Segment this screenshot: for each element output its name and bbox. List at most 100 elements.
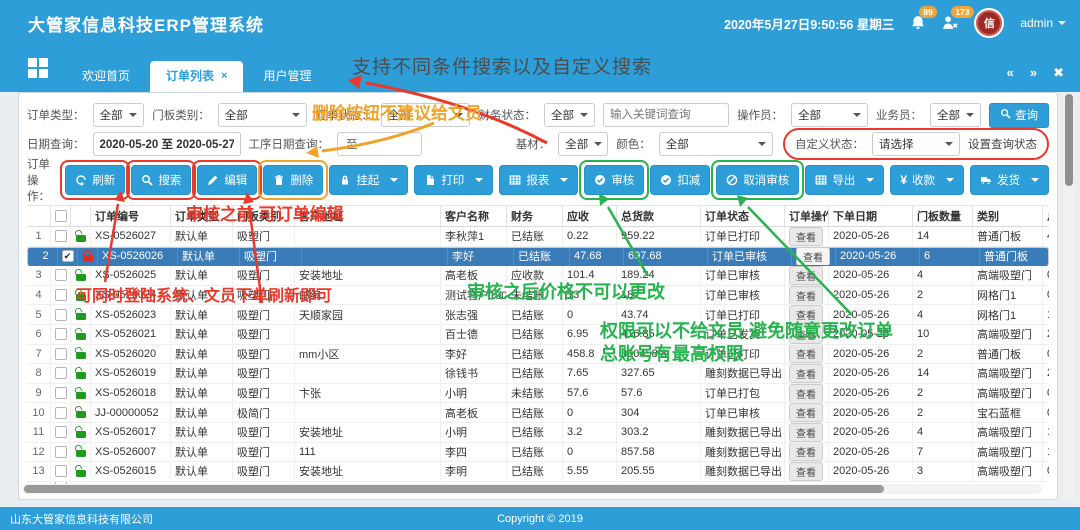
table-row[interactable]: 3XS-0526025默认单吸塑门安装地址高老板应收款101.4189.24订单… [27, 266, 1049, 286]
tab-用户管理[interactable]: 用户管理 [247, 61, 327, 92]
tab-欢迎首页[interactable]: 欢迎首页 [66, 61, 146, 92]
table-row[interactable]: 12XS-0526007默认单吸塑门111李四已结账0857.58雕刻数据已导出… [27, 443, 1049, 463]
finance-status-label: 财务状态： [478, 107, 536, 123]
order-type-select[interactable]: 全部 [93, 103, 145, 127]
view-button[interactable]: 查看 [789, 403, 823, 422]
vertical-scrollbar[interactable] [1064, 92, 1074, 500]
close-icon[interactable]: × [221, 61, 227, 92]
view-button[interactable]: 查看 [789, 266, 823, 285]
set-query-status-link[interactable]: 设置查询状态 [968, 136, 1037, 152]
fullscreen-icon[interactable]: ✖ [1053, 66, 1064, 80]
operator-select[interactable]: 全部 [791, 103, 868, 127]
lock-open-icon [76, 313, 86, 320]
table-row[interactable]: 4XS-0526024默认单吸塑门邮编测试客户100未结账1318订单已审核查看… [27, 286, 1049, 306]
query-button[interactable]: 查询 [989, 103, 1049, 128]
panel-type-select[interactable]: 全部 [218, 103, 308, 127]
row-checkbox[interactable] [62, 250, 74, 262]
menu-grid-icon[interactable] [28, 58, 48, 78]
toolbar-button-报表[interactable]: 报表 [499, 165, 578, 195]
toolbar-button-扣减[interactable]: 扣减 [650, 165, 710, 195]
toolbar-button-刷新[interactable]: 刷新 [65, 165, 125, 195]
column-header-总面: 总面 [1043, 206, 1049, 226]
operator-label: 操作员： [737, 107, 783, 123]
row-checkbox[interactable] [55, 328, 67, 340]
row-checkbox[interactable] [55, 230, 67, 242]
horizontal-scrollbar-thumb[interactable] [24, 485, 884, 493]
row-checkbox[interactable] [55, 387, 67, 399]
table-row[interactable]: 1XS-0526027默认单吸塑门李秋萍1已结账0.22959.22订单已打印查… [27, 227, 1049, 247]
custom-status-select[interactable]: 请选择 [872, 132, 960, 156]
keyword-search-input[interactable] [603, 103, 729, 127]
table-row[interactable]: 6XS-0526021默认单吸塑门百士德已结账6.95416.85订单已发货查看… [27, 325, 1049, 345]
table-row[interactable]: 2XS-0526026默认单吸塑门李好已结账47.68697.68订单已审核查看… [27, 247, 1049, 267]
view-button[interactable]: 查看 [789, 227, 823, 246]
table-row[interactable]: 5XS-0526023默认单吸塑门天顺家园张志强已结账043.74订单已打印查看… [27, 305, 1049, 325]
table-row[interactable]: 11XS-0526017默认单吸塑门安装地址小明已结账3.2303.2雕刻数据已… [27, 423, 1049, 443]
view-button[interactable]: 查看 [789, 384, 823, 403]
lock-open-icon [76, 450, 86, 457]
truck-icon [980, 174, 992, 186]
toolbar-button-导出[interactable]: 导出 [805, 165, 884, 195]
table-row[interactable]: 7XS-0526020默认单吸塑门mm小区李好已结账458.8360458.8订… [27, 345, 1049, 365]
edit-icon [207, 174, 219, 186]
horizontal-scrollbar[interactable] [22, 484, 1042, 494]
chevron-down-icon [966, 113, 974, 117]
custom-status-label: 自定义状态： [795, 136, 864, 152]
toolbar-button-取消审核[interactable]: 取消审核 [716, 165, 799, 195]
view-button[interactable]: 查看 [789, 305, 823, 324]
chevron-down-icon [292, 113, 300, 117]
toolbar-button-挂起[interactable]: 挂起 [329, 165, 408, 195]
toolbar-button-发货[interactable]: 发货 [970, 165, 1049, 195]
view-button[interactable]: 查看 [789, 462, 823, 481]
topbar: 大管家信息科技ERP管理系统 2020年5月27日9:50:56 星期三 89 … [0, 0, 1080, 46]
view-button[interactable]: 查看 [789, 364, 823, 383]
row-checkbox[interactable] [55, 269, 67, 281]
collapse-left-icon[interactable]: « [1007, 66, 1014, 80]
column-header-总货款: 总货款 [617, 206, 701, 226]
view-button[interactable]: 查看 [796, 248, 830, 266]
toolbar-button-搜索[interactable]: 搜索 [131, 165, 191, 195]
salesman-select[interactable]: 全部 [930, 103, 981, 127]
row-checkbox[interactable] [55, 446, 67, 458]
search-icon [1000, 108, 1011, 122]
order-status-select[interactable]: 全部 [381, 103, 471, 127]
notifications-button[interactable]: 89 [910, 15, 926, 31]
row-checkbox[interactable] [55, 426, 67, 438]
row-checkbox[interactable] [55, 309, 67, 321]
view-button[interactable]: 查看 [789, 423, 823, 442]
table-row[interactable]: 8XS-0526019默认单吸塑门徐钱书已结账7.65327.65雕刻数据已导出… [27, 364, 1049, 384]
row-checkbox[interactable] [55, 348, 67, 360]
view-button[interactable]: 查看 [789, 325, 823, 344]
toolbar-button-审核[interactable]: 审核 [584, 165, 644, 195]
date-range-input[interactable] [93, 132, 241, 156]
finance-status-select[interactable]: 全部 [544, 103, 595, 127]
table-row[interactable]: 13XS-0526015默认单吸塑门安装地址李明已结账5.55205.55雕刻数… [27, 462, 1049, 482]
toolbar-button-打印[interactable]: 打印 [414, 165, 493, 195]
tab-订单列表[interactable]: 订单列表× [150, 61, 243, 92]
messages-button[interactable]: 173 [942, 15, 958, 31]
view-button[interactable]: 查看 [789, 345, 823, 364]
toolbar-button-删除[interactable]: 删除 [263, 165, 323, 195]
row-checkbox[interactable] [55, 367, 67, 379]
toolbar-button-收款[interactable]: ¥收款 [890, 165, 964, 195]
select-all-checkbox[interactable] [55, 210, 67, 222]
view-button[interactable]: 查看 [789, 286, 823, 305]
row-checkbox[interactable] [55, 465, 67, 477]
user-menu[interactable]: admin [1020, 16, 1066, 30]
chevron-down-icon [455, 113, 463, 117]
table-row[interactable]: 9XS-0526018默认单吸塑门卞张小明未结账57.657.6订单已打包查看2… [27, 384, 1049, 404]
process-date-range-input[interactable]: 至 [337, 132, 422, 156]
chevron-down-icon [1058, 21, 1066, 25]
row-checkbox[interactable] [55, 289, 67, 301]
color-select[interactable]: 全部 [659, 132, 773, 156]
chevron-down-icon [945, 142, 953, 146]
table-row[interactable]: 10JJ-00000052默认单极简门高老板已结账0304订单已审核查看2020… [27, 403, 1049, 423]
substrate-select[interactable]: 全部 [558, 132, 608, 156]
column-header-订单操作: 订单操作 [785, 206, 829, 226]
toolbar-button-编辑[interactable]: 编辑 [197, 165, 257, 195]
avatar[interactable]: 信 [974, 8, 1004, 38]
view-button[interactable]: 查看 [789, 443, 823, 462]
vertical-scrollbar-thumb[interactable] [1065, 94, 1073, 186]
row-checkbox[interactable] [55, 407, 67, 419]
collapse-right-icon[interactable]: » [1030, 66, 1037, 80]
